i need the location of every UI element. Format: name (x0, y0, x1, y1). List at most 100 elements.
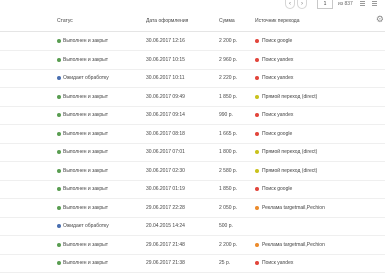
source-cell: Поиск google (262, 186, 293, 192)
sum-cell: 2 200 р. (219, 241, 238, 248)
source-dot-icon (255, 113, 259, 117)
source-dot-icon (255, 242, 259, 247)
source-dot-icon (255, 150, 259, 154)
source-cell: Прямой переход (direct) (262, 93, 318, 100)
toolbar: ‹ › 1 из 837 (0, 0, 385, 9)
date-cell: 30.06.2017 10:15 (146, 56, 185, 63)
source-dot-icon (255, 94, 259, 99)
source-cell: Реклама targetmail,Pechion (262, 241, 325, 248)
status-cell: Выполнен и закрыт (63, 167, 109, 174)
source-dot-icon (255, 131, 259, 136)
status-dot-icon (57, 224, 61, 228)
source-cell: Поиск yandex (262, 56, 294, 63)
status-dot-icon (57, 187, 61, 191)
next-page-button[interactable]: › (297, 0, 307, 9)
table-row[interactable]: Ожидает обработку 20.04.2015 14:24 500 р. (0, 217, 385, 236)
table-row[interactable]: Выполнен и закрыт 29.06.2017 22:28 2 050 р… (0, 199, 385, 218)
sum-cell: 1 850 р. (219, 186, 238, 192)
status-cell: Выполнен и закрыт (63, 38, 109, 44)
table-row[interactable]: Выполнен и закрыт 30.06.2017 01:19 1 850 р… (0, 180, 385, 199)
source-cell: Поиск yandex (262, 75, 294, 81)
sum-cell: 1 800 р. (219, 149, 238, 155)
status-cell: Выполнен и закрыт (63, 204, 109, 211)
source-cell: Поиск google (262, 38, 293, 44)
source-cell: Поиск google (262, 130, 293, 137)
status-cell: Ожидает обработку (63, 223, 109, 229)
date-cell: 20.04.2015 14:24 (146, 223, 185, 229)
status-dot-icon (57, 205, 61, 210)
date-cell: 30.06.2017 02:30 (146, 167, 185, 174)
sum-cell: 1 850 р. (219, 93, 238, 100)
source-cell: Реклама targetmail,Pechion (262, 204, 325, 211)
status-cell: Выполнен и закрыт (63, 93, 109, 100)
table-row[interactable]: Выполнен и закрыт 30.06.2017 09:14 990 р. П… (0, 106, 385, 125)
sum-cell: 2 580 р. (219, 167, 238, 174)
sum-cell: 500 р. (219, 223, 233, 229)
status-cell: Выполнен и закрыт (63, 56, 109, 63)
status-dot-icon (57, 76, 61, 80)
sum-cell: 2 960 р. (219, 56, 238, 63)
source-dot-icon (255, 39, 259, 43)
status-cell: Выполнен и закрыт (63, 260, 109, 266)
status-cell: Выполнен и закрыт (63, 149, 109, 155)
table-row[interactable]: Выполнен и закрыт 30.06.2017 02:30 2 580 р… (0, 162, 385, 181)
source-cell: Поиск yandex (262, 112, 294, 118)
source-dot-icon (255, 261, 259, 265)
chevron-left-icon: ‹ (289, 1, 291, 7)
source-cell: Прямой переход (direct) (262, 167, 318, 174)
sum-cell: 2 200 р. (219, 38, 238, 44)
status-dot-icon (57, 57, 61, 62)
date-cell: 30.06.2017 08:18 (146, 130, 185, 137)
table-row[interactable]: Выполнен и закрыт 30.06.2017 10:15 2 960 р… (0, 51, 385, 70)
source-dot-icon (255, 168, 259, 173)
column-header-sum[interactable]: Сумма (219, 18, 235, 24)
source-cell: Прямой переход (direct) (262, 149, 318, 155)
table-row[interactable]: Ожидает обработку 30.06.2017 10:11 2 220 р… (0, 69, 385, 88)
sum-cell: 2 220 р. (219, 75, 238, 81)
status-dot-icon (57, 242, 61, 247)
source-dot-icon (255, 205, 259, 210)
status-cell: Ожидает обработку (63, 75, 109, 81)
source-dot-icon (255, 57, 259, 62)
column-header-source[interactable]: Источник перехода (255, 18, 300, 24)
prev-page-button[interactable]: ‹ (285, 0, 295, 9)
status-cell: Выполнен и закрыт (63, 241, 109, 248)
table-row[interactable]: Выполнен и закрыт 30.06.2017 09:49 1 850 р… (0, 88, 385, 107)
date-cell: 30.06.2017 12:16 (146, 38, 185, 44)
status-cell: Выполнен и закрыт (63, 186, 109, 192)
table-header: Статус Дата оформления Сумма Источник пе… (0, 11, 385, 32)
status-dot-icon (57, 131, 61, 136)
source-dot-icon (255, 187, 259, 191)
source-cell: Поиск yandex (262, 260, 294, 266)
status-dot-icon (57, 150, 61, 154)
status-dot-icon (57, 94, 61, 99)
grid-view-icon[interactable] (372, 1, 377, 7)
sum-cell: 1 665 р. (219, 130, 238, 137)
source-dot-icon (255, 76, 259, 80)
date-cell: 30.06.2017 09:49 (146, 93, 185, 100)
date-cell: 29.06.2017 21:38 (146, 260, 185, 266)
sum-cell: 25 р. (219, 260, 231, 266)
list-view-icon[interactable] (360, 1, 365, 7)
status-cell: Выполнен и закрыт (63, 112, 109, 118)
status-cell: Выполнен и закрыт (63, 130, 109, 137)
column-header-date[interactable]: Дата оформления (146, 18, 188, 24)
date-cell: 30.06.2017 07:01 (146, 149, 185, 155)
gear-icon[interactable]: ⚙ (376, 15, 384, 24)
table-row[interactable]: Выполнен и закрыт 29.06.2017 21:38 25 р. По… (0, 254, 385, 273)
pagination: ‹ › 1 из 837 (285, 0, 385, 9)
page-number-input[interactable]: 1 (317, 0, 333, 9)
status-dot-icon (57, 39, 61, 43)
status-dot-icon (57, 168, 61, 173)
date-cell: 29.06.2017 21:48 (146, 241, 185, 248)
date-cell: 30.06.2017 01:19 (146, 186, 185, 192)
column-header-status[interactable]: Статус (57, 18, 73, 24)
sum-cell: 990 р. (219, 112, 233, 118)
table-row[interactable]: Выполнен и закрыт 29.06.2017 21:48 2 200 р… (0, 236, 385, 255)
table-row[interactable]: Выполнен и закрыт 30.06.2017 07:01 1 800 р… (0, 143, 385, 162)
total-pages-label: из 837 (338, 1, 353, 7)
table-row[interactable]: Выполнен и закрыт 30.06.2017 12:16 2 200 р… (0, 32, 385, 51)
date-cell: 30.06.2017 10:11 (146, 75, 185, 81)
date-cell: 30.06.2017 09:14 (146, 112, 185, 118)
table-row[interactable]: Выполнен и закрыт 30.06.2017 08:18 1 665 р… (0, 125, 385, 144)
